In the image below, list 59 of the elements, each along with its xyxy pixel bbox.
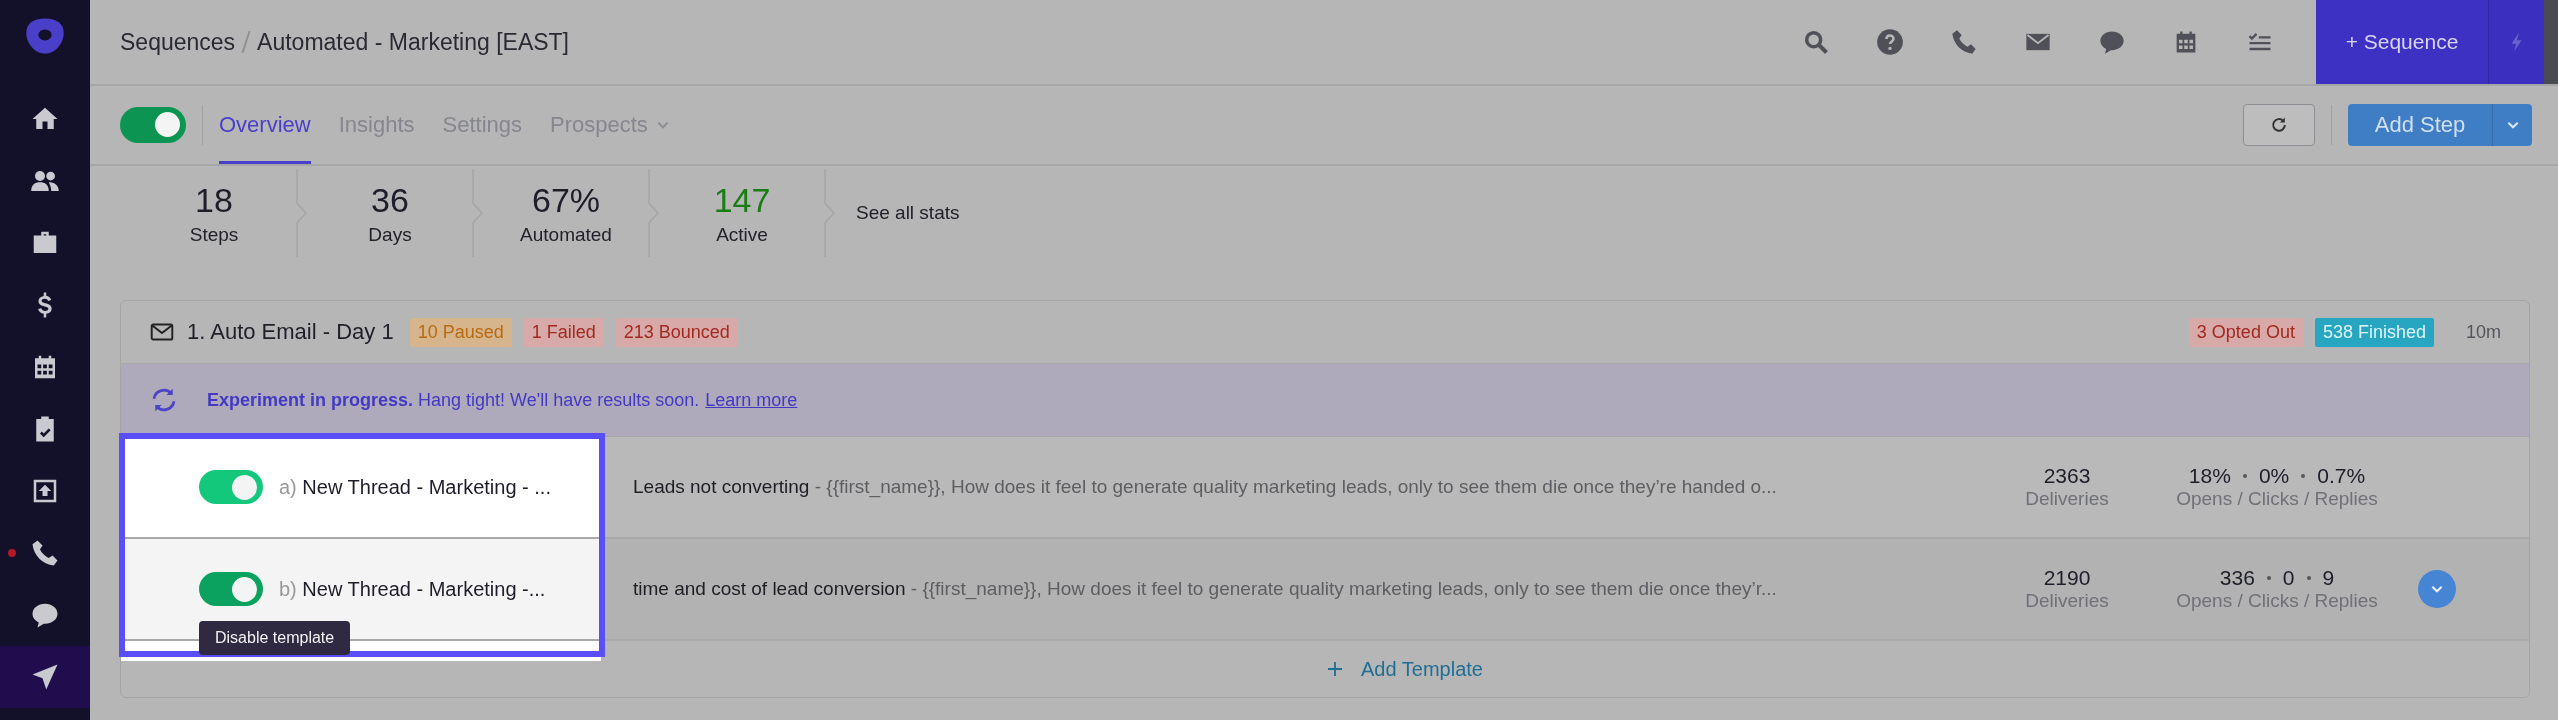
stat-label: Active <box>716 223 768 246</box>
status-tag[interactable]: 10 Paused <box>409 317 512 347</box>
see-all-stats-link[interactable]: See all stats <box>856 202 960 224</box>
deliveries-count: 2190 <box>2043 566 2091 590</box>
stat-value: 67% <box>531 180 601 220</box>
search-icon[interactable] <box>1802 28 1830 56</box>
learn-more-link[interactable]: Learn more <box>705 389 798 411</box>
separator-dot <box>2266 576 2271 580</box>
stat-label: Days <box>368 223 412 246</box>
send-icon <box>30 662 60 692</box>
refresh-icon <box>2269 115 2289 135</box>
template-preview: time and cost of lead conversion - {{first_name}}, How does it feel to generate quality marketing leads, only to see them die once they’r... <box>632 578 1778 600</box>
stat-label: Automated <box>520 223 612 246</box>
add-step-button[interactable]: Add Step <box>2348 104 2492 146</box>
replies-value: 9 <box>2322 566 2335 590</box>
status-tag[interactable]: 213 Bounced <box>615 317 738 347</box>
stat-value: 147 <box>713 180 771 220</box>
separator-dot <box>2301 474 2306 478</box>
separator-dot <box>2306 576 2311 580</box>
page-title: Automated - Marketing [EAST] <box>257 28 569 56</box>
send-nav-item[interactable] <box>0 646 90 708</box>
refresh-button[interactable] <box>2243 104 2315 146</box>
stat-value: 18 <box>195 180 233 220</box>
template-toggle[interactable] <box>199 470 263 504</box>
plus-icon <box>1327 661 1343 677</box>
phone-icon <box>30 538 60 568</box>
opens-value: 336 <box>2219 566 2255 590</box>
replies-value: 0.7% <box>2317 464 2366 488</box>
opens-value: 18% <box>2188 464 2231 488</box>
template-preview: Leads not converting - {{first_name}}, How does it feel to generate quality marketing leads, only to see them die once they’re handed o... <box>632 476 1778 498</box>
rates-label: Opens / Clicks / Replies <box>2176 488 2378 510</box>
help-icon[interactable] <box>1876 28 1904 56</box>
phone-icon[interactable] <box>1950 28 1978 56</box>
stat-value: 36 <box>371 180 409 220</box>
status-tag[interactable]: 538 Finished <box>2314 317 2434 347</box>
experiment-message: Experiment in progress. Hang tight! We'll have results soon. <box>207 389 700 411</box>
add-step-dropdown-button[interactable] <box>2492 104 2532 146</box>
clicks-value: 0% <box>2258 464 2290 488</box>
template-name[interactable]: a) New Thread - Marketing - ... <box>279 475 551 499</box>
step-title: 1. Auto Email - Day 1 <box>187 319 394 345</box>
separator-dot <box>2242 474 2247 478</box>
template-name[interactable]: b) New Thread - Marketing -... <box>279 577 546 601</box>
add-template-button[interactable]: Add Template <box>1321 656 1489 682</box>
deliveries-label: Deliveries <box>2025 488 2109 510</box>
deliveries-label: Deliveries <box>2025 590 2109 612</box>
rates-label: Opens / Clicks / Replies <box>2176 590 2378 612</box>
clicks-value: 0 <box>2282 566 2295 590</box>
step-duration: 10m <box>2466 321 2501 343</box>
status-tag[interactable]: 3 Opted Out <box>2188 317 2303 347</box>
deliveries-count: 2363 <box>2043 464 2091 488</box>
template-toggle[interactable] <box>199 572 263 606</box>
scrollbar[interactable] <box>2544 0 2558 84</box>
status-tag[interactable]: 1 Failed <box>523 317 604 347</box>
new-sequence-button[interactable]: + Sequence <box>2316 0 2488 84</box>
tab[interactable]: Overview <box>219 86 311 164</box>
breadcrumb-link[interactable]: Sequences <box>120 28 236 56</box>
sequence-toggle[interactable] <box>120 107 186 143</box>
stat-label: Steps <box>189 223 239 246</box>
tooltip: Disable template <box>199 621 351 655</box>
